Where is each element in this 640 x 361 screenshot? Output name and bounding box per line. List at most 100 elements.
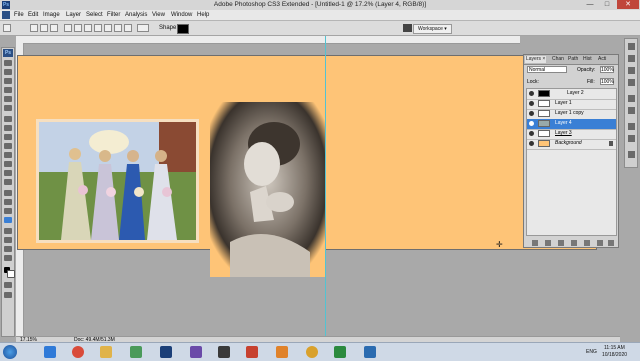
app-icon[interactable] — [334, 346, 346, 358]
clock-time[interactable]: 11:15 AM — [604, 345, 625, 351]
notes-tool-icon[interactable] — [4, 228, 12, 234]
fill-input[interactable]: 100% — [600, 78, 614, 85]
styles-icon[interactable] — [628, 79, 635, 86]
vlc-icon[interactable] — [276, 346, 288, 358]
pen-tool-option[interactable] — [64, 24, 72, 32]
eraser-tool-icon[interactable] — [4, 152, 12, 158]
minimize-button[interactable]: — — [582, 0, 598, 9]
tab-actions[interactable]: Acti — [597, 56, 607, 63]
menu-edit[interactable]: Edit — [28, 10, 38, 20]
start-button-icon[interactable] — [3, 345, 17, 359]
app-icon[interactable] — [190, 346, 202, 358]
workspace-button[interactable]: Workspace ▾ — [413, 24, 452, 34]
menu-select[interactable]: Select — [86, 10, 103, 20]
menu-view[interactable]: View — [152, 10, 165, 20]
app-icon[interactable] — [364, 346, 376, 358]
zoom-tool-icon[interactable] — [4, 255, 12, 261]
dodge-tool-icon[interactable] — [4, 179, 12, 185]
ellipse-option[interactable] — [104, 24, 112, 32]
app-icon[interactable] — [218, 346, 230, 358]
fill-pixels-button[interactable] — [50, 24, 58, 32]
guide-line[interactable] — [325, 36, 326, 336]
polygon-option[interactable] — [114, 24, 122, 32]
paragraph-icon[interactable] — [628, 135, 635, 142]
opacity-input[interactable]: 100% — [600, 66, 614, 73]
new-group-icon[interactable] — [584, 240, 590, 246]
path-selection-tool-icon[interactable] — [4, 208, 12, 214]
lasso-tool-icon[interactable] — [4, 78, 12, 84]
shape-color-swatch[interactable] — [177, 24, 189, 34]
tab-layers[interactable]: Layers × — [525, 56, 547, 63]
ie-icon[interactable] — [44, 346, 56, 358]
magic-wand-tool-icon[interactable] — [4, 87, 12, 93]
line-option[interactable] — [124, 24, 132, 32]
blend-mode-select[interactable]: Normal — [527, 66, 567, 73]
pen-tool-icon[interactable] — [4, 190, 12, 196]
type-tool-icon[interactable] — [4, 199, 12, 205]
paths-button[interactable] — [40, 24, 48, 32]
brush-tool-icon[interactable] — [4, 125, 12, 131]
menu-layer[interactable]: Layer — [66, 10, 81, 20]
crop-tool-icon[interactable] — [4, 96, 12, 102]
tab-channels[interactable]: Chan — [551, 56, 565, 63]
eye-icon[interactable] — [529, 111, 534, 116]
character-icon[interactable] — [628, 123, 635, 130]
background-color-swatch[interactable] — [7, 270, 15, 278]
chrome-icon[interactable] — [72, 346, 84, 358]
delete-layer-icon[interactable] — [608, 240, 614, 246]
menu-image[interactable]: Image — [43, 10, 60, 20]
photoshop-taskbar-icon[interactable] — [160, 346, 172, 358]
eye-icon[interactable] — [529, 101, 534, 106]
slice-tool-icon[interactable] — [4, 105, 12, 111]
menu-help[interactable]: Help — [197, 10, 209, 20]
eyedropper-tool-icon[interactable] — [4, 237, 12, 243]
menu-analysis[interactable]: Analysis — [125, 10, 147, 20]
rectangle-option[interactable] — [84, 24, 92, 32]
screen-mode-icon[interactable] — [4, 292, 12, 298]
history-brush-tool-icon[interactable] — [4, 143, 12, 149]
layer-style-icon[interactable] — [545, 240, 551, 246]
navigator-icon[interactable] — [628, 43, 635, 50]
folder-icon[interactable] — [100, 346, 112, 358]
info-icon[interactable] — [628, 151, 635, 158]
add-mask-icon[interactable] — [558, 240, 564, 246]
eye-icon[interactable] — [529, 141, 534, 146]
tab-paths[interactable]: Path — [567, 56, 579, 63]
healing-brush-tool-icon[interactable] — [4, 116, 12, 122]
rounded-rect-option[interactable] — [94, 24, 102, 32]
shape-tool-icon[interactable] — [4, 217, 12, 223]
clock-date[interactable]: 10/18/2020 — [602, 352, 627, 358]
menu-window[interactable]: Window — [171, 10, 192, 20]
brushes-icon[interactable] — [628, 95, 635, 102]
clone-stamp-tool-icon[interactable] — [4, 134, 12, 140]
tab-history[interactable]: Hist — [582, 56, 593, 63]
maximize-button[interactable]: □ — [599, 0, 615, 9]
freeform-pen-option[interactable] — [74, 24, 82, 32]
shape-layers-button[interactable] — [30, 24, 38, 32]
app-icon[interactable] — [246, 346, 258, 358]
marquee-tool-icon[interactable] — [4, 69, 12, 75]
hand-tool-icon[interactable] — [4, 246, 12, 252]
new-layer-icon[interactable] — [597, 240, 603, 246]
quick-mask-icon[interactable] — [4, 282, 12, 288]
app-menu-icon[interactable] — [2, 11, 10, 19]
app-icon[interactable] — [306, 346, 318, 358]
menu-filter[interactable]: Filter — [107, 10, 120, 20]
language-indicator[interactable]: ENG — [586, 349, 597, 355]
close-button[interactable]: ✕ — [617, 0, 639, 9]
blur-tool-icon[interactable] — [4, 170, 12, 176]
color-panel-icon[interactable] — [628, 55, 635, 62]
menu-file[interactable]: File — [14, 10, 24, 20]
ruler-horizontal[interactable] — [16, 36, 520, 44]
move-tool-icon[interactable] — [4, 60, 12, 66]
group-photo[interactable] — [36, 119, 199, 243]
eye-icon[interactable] — [529, 131, 534, 136]
custom-shape-option[interactable] — [137, 24, 149, 32]
eye-icon[interactable] — [529, 121, 534, 126]
workspace-icon[interactable] — [403, 24, 412, 32]
swatches-icon[interactable] — [628, 67, 635, 74]
layer-row[interactable]: Background — [527, 139, 616, 150]
adjustment-layer-icon[interactable] — [571, 240, 577, 246]
portrait-photo[interactable] — [210, 102, 326, 277]
gradient-tool-icon[interactable] — [4, 161, 12, 167]
